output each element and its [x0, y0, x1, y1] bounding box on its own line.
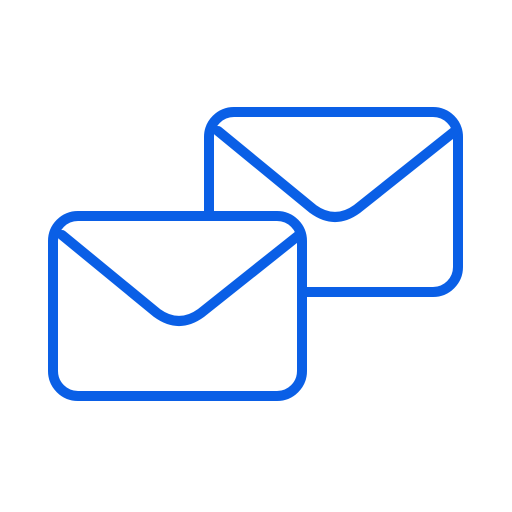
envelope-front-body: [48, 211, 307, 401]
icon-canvas: [0, 0, 512, 512]
two-envelopes-icon: [48, 107, 463, 401]
envelope-icon-front: [48, 211, 307, 401]
